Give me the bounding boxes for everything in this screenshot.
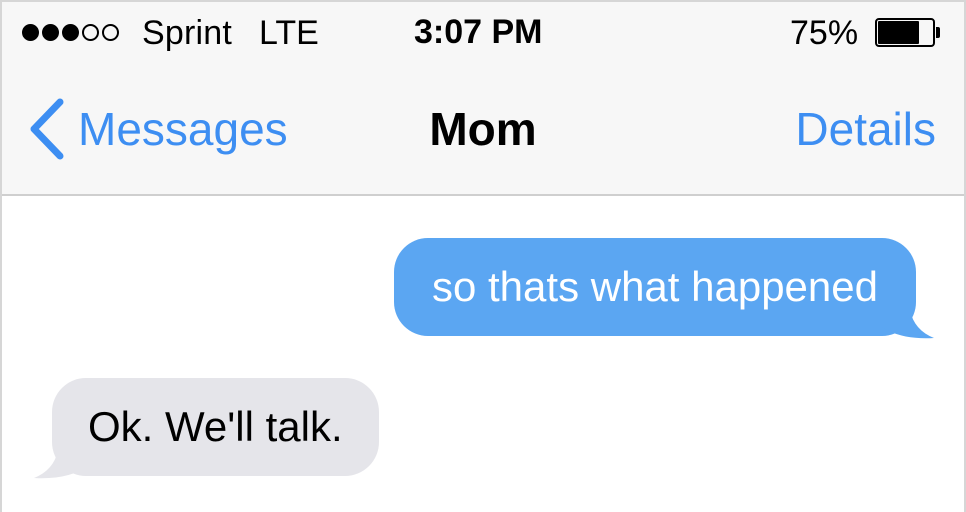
- navigation-bar: Messages Mom Details: [2, 64, 964, 196]
- signal-dot: [82, 24, 99, 41]
- status-time: 3:07 PM: [414, 13, 543, 51]
- received-message-bubble[interactable]: Ok. We'll talk.: [52, 378, 379, 476]
- network-type: LTE: [259, 14, 319, 52]
- signal-dot: [22, 24, 39, 41]
- contact-name: Mom: [429, 103, 537, 155]
- carrier-name: Sprint: [142, 14, 233, 52]
- messages-screen: Sprint LTE 3:07 PM 75% Messages Mom Deta…: [0, 0, 966, 512]
- signal-strength-icon: [22, 24, 119, 41]
- message-text: so thats what happened: [431, 263, 878, 310]
- sent-bubble-tail: [880, 310, 934, 339]
- received-bubble-tail: [34, 450, 88, 479]
- signal-dot: [42, 24, 59, 41]
- status-bar: Sprint LTE 3:07 PM 75%: [2, 2, 964, 64]
- message-thread: so thats what happened Ok. We'll talk.: [2, 198, 964, 512]
- details-button[interactable]: Details: [795, 102, 936, 156]
- signal-dot: [102, 24, 119, 41]
- battery-percent: 75%: [790, 14, 859, 52]
- signal-dot: [62, 24, 79, 41]
- message-text: Ok. We'll talk.: [88, 403, 343, 450]
- battery-icon: [875, 18, 940, 47]
- sent-message-bubble[interactable]: so thats what happened: [393, 238, 916, 336]
